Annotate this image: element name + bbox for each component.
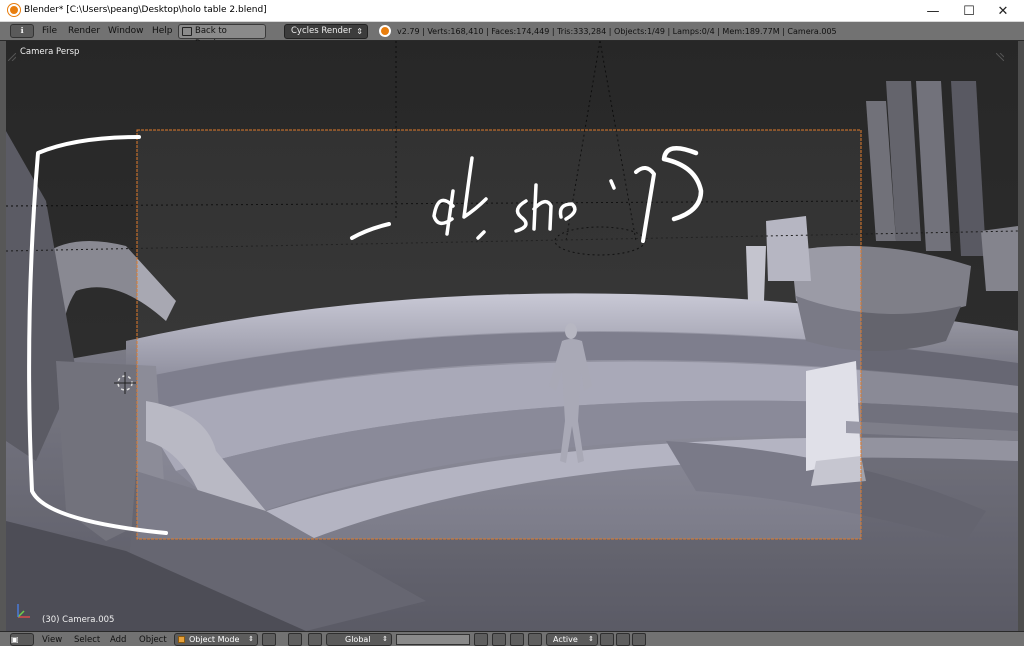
minimize-button[interactable]: —: [916, 0, 950, 22]
layer-buttons[interactable]: [396, 634, 470, 645]
snap-target-select[interactable]: Active ⇕: [546, 633, 598, 646]
opengl-animation-icon[interactable]: [632, 633, 646, 646]
info-icon: ℹ: [20, 26, 24, 35]
menu-help[interactable]: Help: [152, 26, 173, 36]
close-button[interactable]: ✕: [986, 0, 1020, 22]
lock-icon[interactable]: [474, 633, 488, 646]
area-split-corner-icon[interactable]: [8, 53, 16, 61]
3d-view-header: ▣ View Select Add Object Object Mode ⇕ G…: [0, 631, 1024, 646]
transform-orientation-label: Global: [345, 635, 371, 644]
menu-select[interactable]: Select: [74, 635, 100, 645]
cube-icon: ▣: [11, 635, 19, 644]
scene-render: [6, 41, 1018, 631]
menu-file[interactable]: File: [42, 26, 57, 36]
manipulator-icon[interactable]: [308, 633, 322, 646]
window-titlebar: Blender* [C:\Users\peang\Desktop\holo ta…: [0, 0, 1024, 22]
opengl-render-icon[interactable]: [616, 633, 630, 646]
interaction-mode-label: Object Mode: [189, 635, 240, 644]
chevron-updown-icon: ⇕: [248, 635, 254, 643]
menu-add[interactable]: Add: [110, 635, 126, 645]
scene-stats: v2.79 | Verts:168,410 | Faces:174,449 | …: [397, 27, 837, 36]
area-split-corner-icon[interactable]: [996, 53, 1004, 61]
render-engine-label: Cycles Render: [291, 26, 352, 36]
menu-object[interactable]: Object: [139, 635, 167, 645]
transform-orientation-select[interactable]: Global ⇕: [326, 633, 392, 646]
object-mode-icon: [178, 636, 185, 643]
solid-sphere-icon[interactable]: [262, 633, 276, 646]
active-object-label: (30) Camera.005: [42, 615, 115, 625]
menu-view[interactable]: View: [42, 635, 62, 645]
interaction-mode-select[interactable]: Object Mode ⇕: [174, 633, 258, 646]
3d-viewport[interactable]: Camera Persp (30) Camera.005: [6, 41, 1018, 631]
view-axes-icon: [17, 604, 30, 618]
maximize-button[interactable]: ☐: [952, 0, 986, 22]
window-title: Blender* [C:\Users\peang\Desktop\holo ta…: [24, 5, 267, 15]
proportional-edit-icon[interactable]: [510, 633, 524, 646]
render-engine-select[interactable]: Cycles Render ⇕: [284, 24, 368, 39]
render-icon[interactable]: [492, 633, 506, 646]
blender-logo-icon: [8, 4, 20, 16]
snap-target-label: Active: [553, 635, 578, 644]
fullscreen-icon: [182, 27, 192, 36]
blender-logo-icon: [379, 25, 391, 37]
editor-type-button[interactable]: ▣: [10, 633, 34, 646]
info-header: ℹ File Render Window Help Back to Previo…: [0, 22, 1024, 49]
chevron-updown-icon: ⇕: [588, 635, 594, 643]
snap-align-icon[interactable]: [600, 633, 614, 646]
chevron-updown-icon: ⇕: [356, 27, 363, 36]
magnet-icon[interactable]: [528, 633, 542, 646]
viewport-scrollbar[interactable]: [1018, 41, 1024, 631]
chevron-updown-icon: ⇕: [382, 635, 388, 643]
pivot-point-icon[interactable]: [288, 633, 302, 646]
back-to-previous-button[interactable]: Back to Previous: [178, 24, 266, 49]
menu-render[interactable]: Render: [68, 26, 100, 36]
editor-type-button[interactable]: ℹ: [10, 24, 34, 38]
view-name-label: Camera Persp: [20, 47, 80, 57]
menu-window[interactable]: Window: [108, 26, 144, 36]
